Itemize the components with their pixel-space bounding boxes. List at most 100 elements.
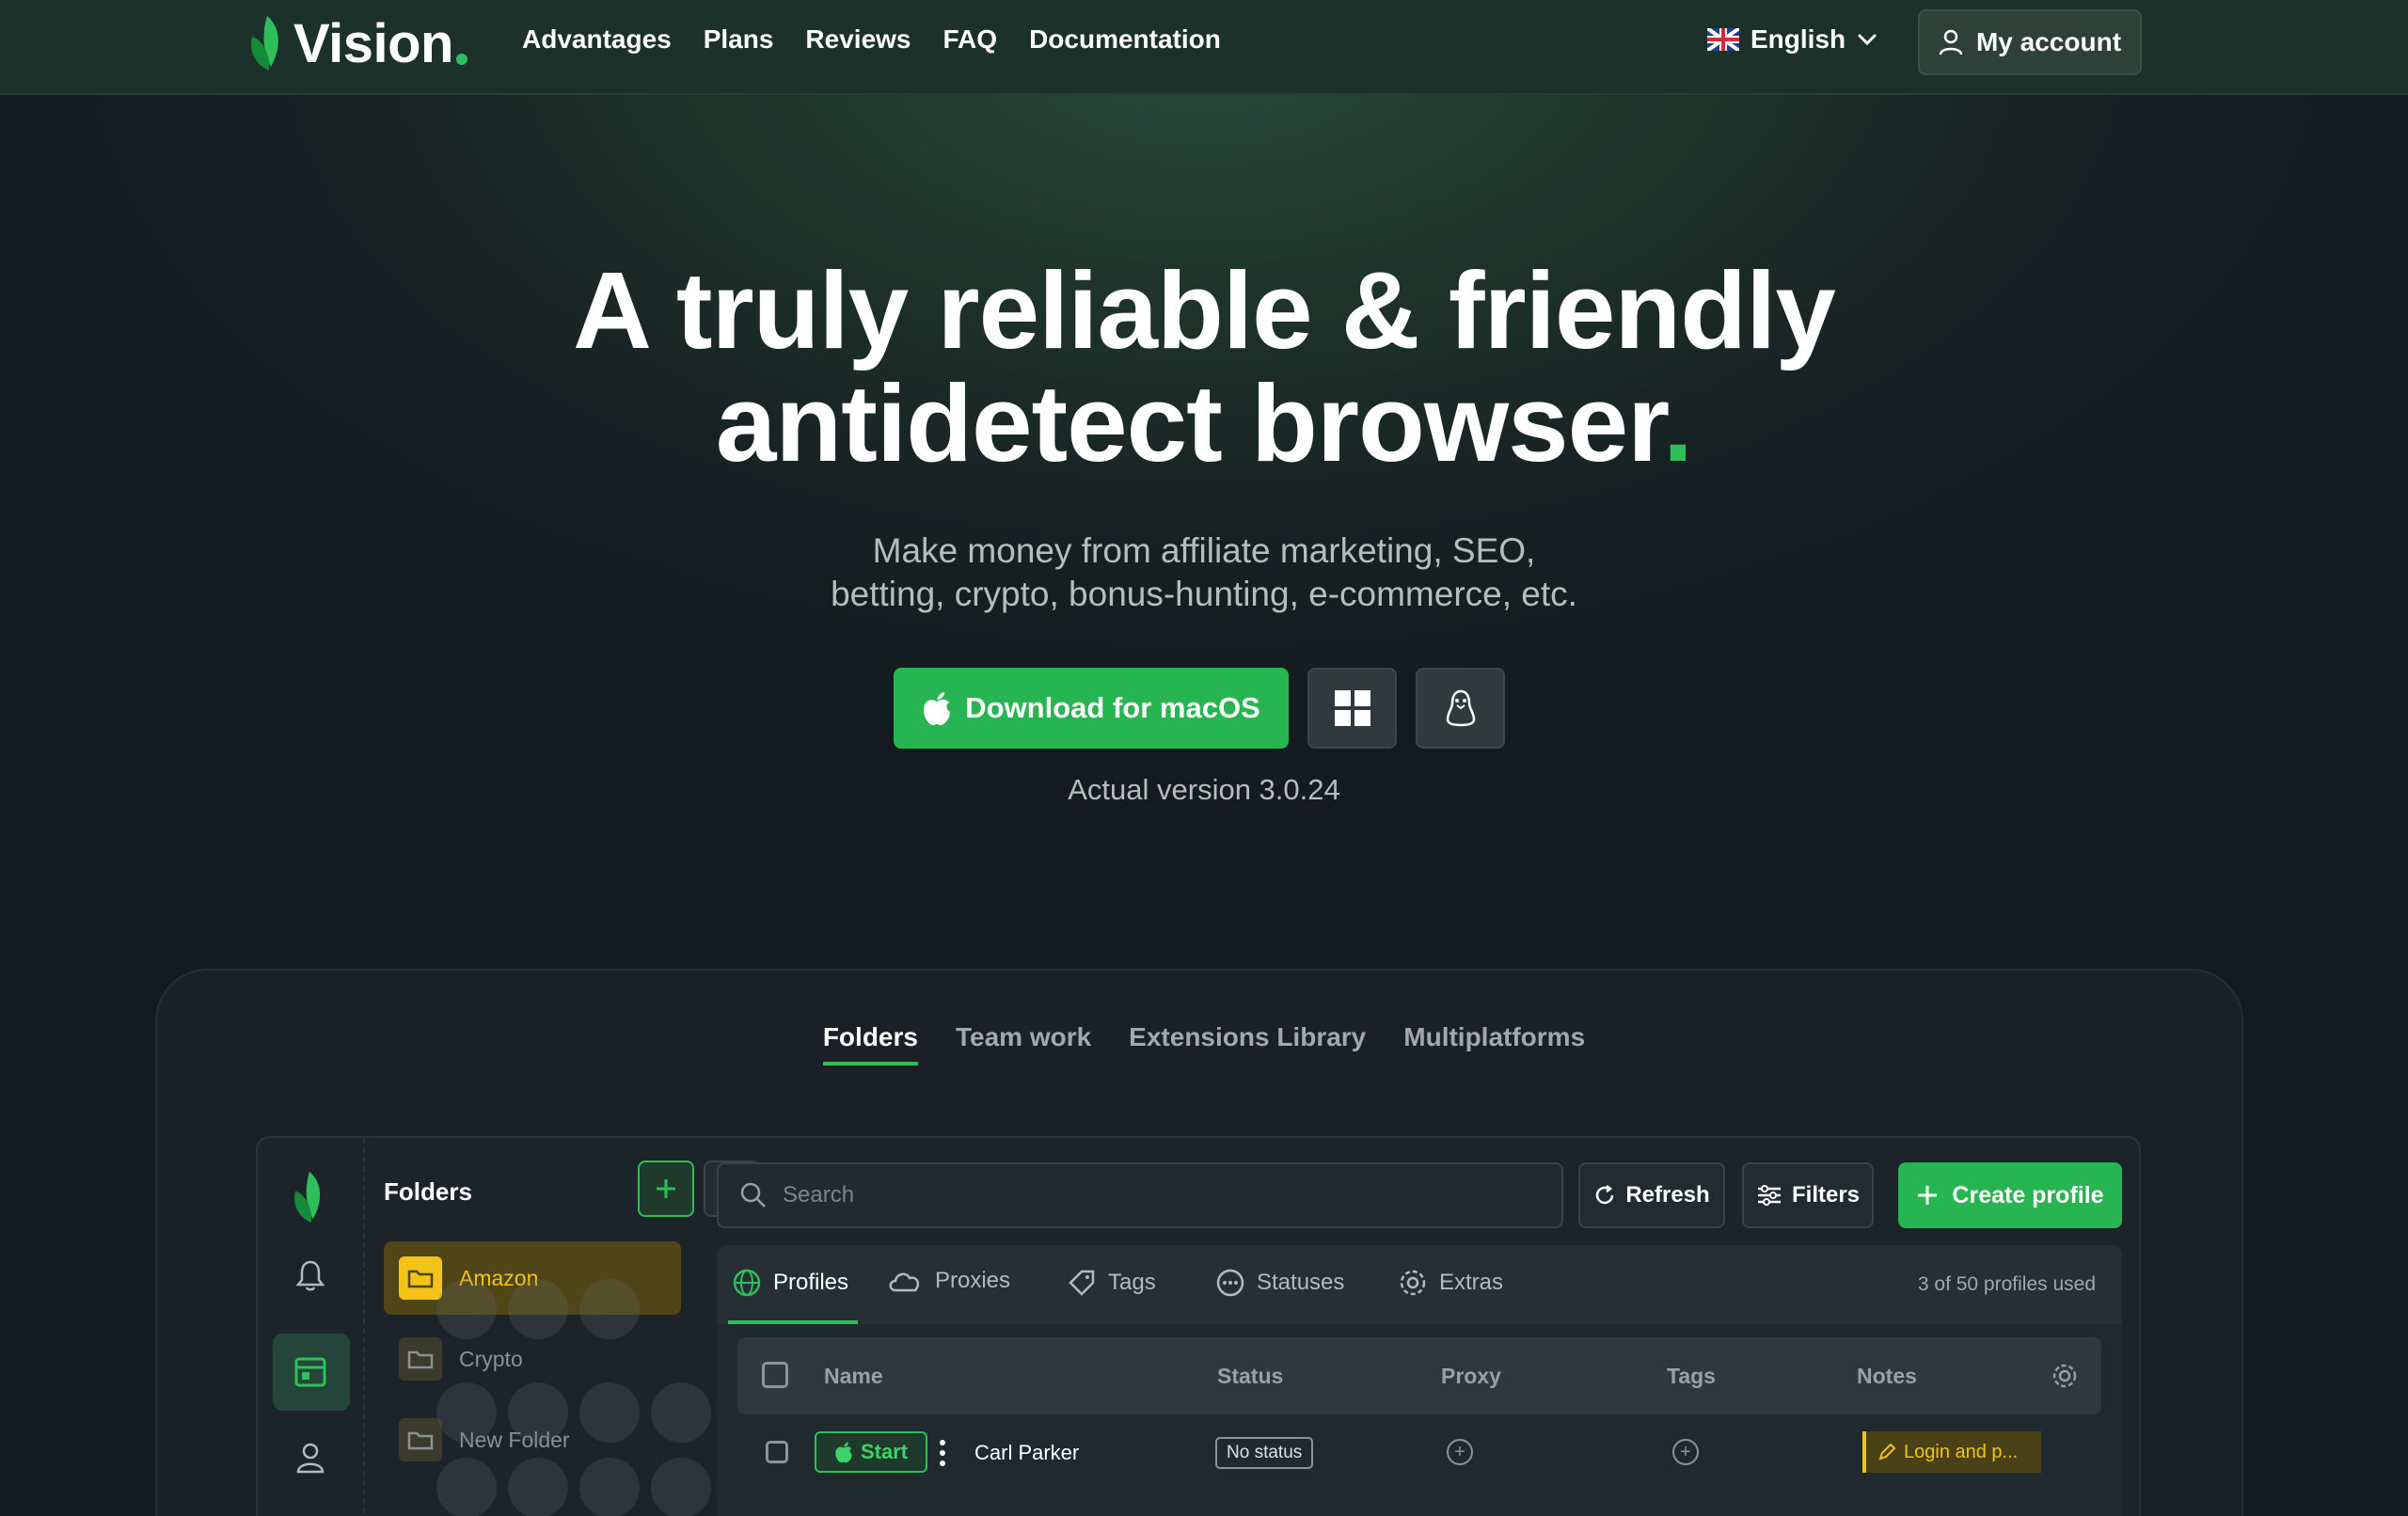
subtab-extras[interactable]: Extras [1398, 1268, 1503, 1298]
apple-icon [924, 692, 951, 725]
download-macos-label: Download for macOS [965, 691, 1260, 724]
table-row: Start Carl Parker No status + + Login an… [737, 1426, 2101, 1482]
refresh-icon [1596, 1185, 1614, 1205]
user-icon [1939, 29, 1963, 55]
language-selector[interactable]: English [1707, 24, 1877, 55]
logo-dot [455, 54, 467, 65]
refresh-label: Refresh [1625, 1182, 1710, 1208]
subtab-label: Proxies [935, 1268, 1011, 1293]
hero-subtitle: Make money from affiliate marketing, SEO… [0, 529, 2408, 616]
create-profile-label: Create profile [1952, 1181, 2104, 1208]
hero-title-line2: antidetect browser [715, 362, 1664, 484]
subtab-label: Extras [1439, 1270, 1504, 1295]
my-account-button[interactable]: My account [1918, 9, 2142, 75]
profile-note[interactable]: Login and p... [1862, 1431, 2041, 1473]
column-notes[interactable]: Notes [1857, 1364, 1917, 1389]
hero-title-dot: . [1662, 362, 1693, 484]
gear-icon [1400, 1270, 1426, 1296]
subtab-profiles[interactable]: Profiles [732, 1268, 848, 1298]
user-icon[interactable] [292, 1439, 329, 1477]
search-placeholder: Search [783, 1182, 855, 1208]
browser-profiles-icon[interactable] [292, 1353, 329, 1391]
start-profile-button[interactable]: Start [815, 1431, 927, 1473]
nav-link-faq[interactable]: FAQ [943, 24, 998, 55]
start-label: Start [860, 1440, 909, 1463]
hero-title-line1: A truly reliable & friendly [573, 249, 1836, 371]
leaf-logo-icon [250, 16, 278, 71]
column-status[interactable]: Status [1217, 1364, 1283, 1389]
tab-multiplatforms[interactable]: Multiplatforms [1403, 1022, 1585, 1066]
create-profile-button[interactable]: Create profile [1898, 1162, 2122, 1228]
add-tag-icon[interactable]: + [1672, 1439, 1699, 1465]
more-vertical-icon[interactable] [939, 1439, 946, 1467]
nav-link-advantages[interactable]: Advantages [522, 24, 672, 55]
note-text: Login and p... [1904, 1441, 2019, 1462]
top-navigation: Vision Advantages Plans Reviews FAQ Docu… [0, 0, 2408, 95]
subtab-label: Profiles [773, 1270, 849, 1295]
subtab-proxies[interactable]: Proxies [886, 1268, 1010, 1294]
download-windows-button[interactable] [1307, 668, 1397, 749]
demo-tabs: Folders Team work Extensions Library Mul… [0, 1022, 2408, 1066]
profiles-subbar: Profiles Proxies Tags Statuses Extras 3 … [717, 1245, 2122, 1324]
tab-extensions-library[interactable]: Extensions Library [1129, 1022, 1366, 1066]
profiles-main-area: Search Refresh Filters Create profile Pr… [704, 1138, 2139, 1516]
sliders-icon [1757, 1185, 1781, 1206]
refresh-button[interactable]: Refresh [1578, 1162, 1725, 1228]
subtab-label: Tags [1108, 1270, 1156, 1295]
tab-folders[interactable]: Folders [822, 1022, 918, 1066]
status-badge[interactable]: No status [1215, 1437, 1314, 1469]
subtab-statuses[interactable]: Statuses [1215, 1268, 1344, 1298]
uk-flag-icon [1707, 28, 1739, 51]
column-proxy[interactable]: Proxy [1441, 1364, 1501, 1389]
filters-label: Filters [1791, 1182, 1861, 1208]
nav-links: Advantages Plans Reviews FAQ Documentati… [522, 24, 1221, 55]
hero-subtitle-line2: betting, crypto, bonus-hunting, e-commer… [831, 575, 1577, 613]
download-macos-button[interactable]: Download for macOS [894, 668, 1289, 749]
bell-icon[interactable] [292, 1256, 329, 1294]
app-leaf-logo-icon [294, 1171, 321, 1224]
logo-text: Vision [293, 12, 453, 74]
hero-title: A truly reliable & friendly antidetect b… [0, 254, 2408, 480]
table-settings-gear-icon[interactable] [2051, 1362, 2079, 1390]
nav-link-plans[interactable]: Plans [704, 24, 774, 55]
my-account-label: My account [1975, 27, 2122, 56]
add-proxy-icon[interactable]: + [1447, 1439, 1473, 1465]
cloud-icon [889, 1272, 920, 1292]
column-tags[interactable]: Tags [1667, 1364, 1716, 1389]
subtab-label: Statuses [1257, 1270, 1345, 1295]
subtab-tags[interactable]: Tags [1067, 1268, 1156, 1298]
profile-usage-counter: 3 of 50 profiles used [1917, 1273, 2096, 1295]
tab-team-work[interactable]: Team work [956, 1022, 1091, 1066]
search-icon [740, 1182, 766, 1208]
chevron-down-icon [1858, 34, 1877, 46]
hero-subtitle-line1: Make money from affiliate marketing, SEO… [872, 531, 1536, 570]
logo[interactable]: Vision [243, 12, 467, 74]
plus-icon [657, 1179, 675, 1198]
version-label: Actual version 3.0.24 [1068, 773, 1340, 806]
filters-button[interactable]: Filters [1742, 1162, 1874, 1228]
folders-title: Folders [384, 1177, 472, 1206]
table-header: Name Status Proxy Tags Notes [737, 1337, 2101, 1414]
tag-icon [1069, 1270, 1095, 1296]
download-buttons: Download for macOS [894, 668, 1505, 749]
language-label: English [1751, 24, 1846, 54]
apple-icon [835, 1442, 852, 1463]
profiles-table: Name Status Proxy Tags Notes Start Carl … [717, 1324, 2122, 1516]
windows-icon [1334, 690, 1370, 726]
search-input[interactable]: Search [717, 1162, 1563, 1228]
download-linux-button[interactable] [1416, 668, 1505, 749]
linux-tux-icon [1446, 689, 1475, 727]
add-folder-button[interactable] [638, 1161, 694, 1217]
nav-link-documentation[interactable]: Documentation [1029, 24, 1221, 55]
row-checkbox[interactable] [766, 1441, 788, 1463]
nav-link-reviews[interactable]: Reviews [805, 24, 911, 55]
pencil-icon [1878, 1443, 1896, 1461]
globe-icon [733, 1269, 761, 1297]
plus-icon [1918, 1186, 1938, 1205]
profile-name[interactable]: Carl Parker [974, 1441, 1079, 1465]
column-name[interactable]: Name [824, 1364, 883, 1389]
status-dots-icon [1216, 1269, 1244, 1297]
decorative-icon-overlay [414, 1279, 734, 1516]
app-sidebar-rail [258, 1138, 365, 1516]
select-all-checkbox[interactable] [762, 1362, 788, 1388]
